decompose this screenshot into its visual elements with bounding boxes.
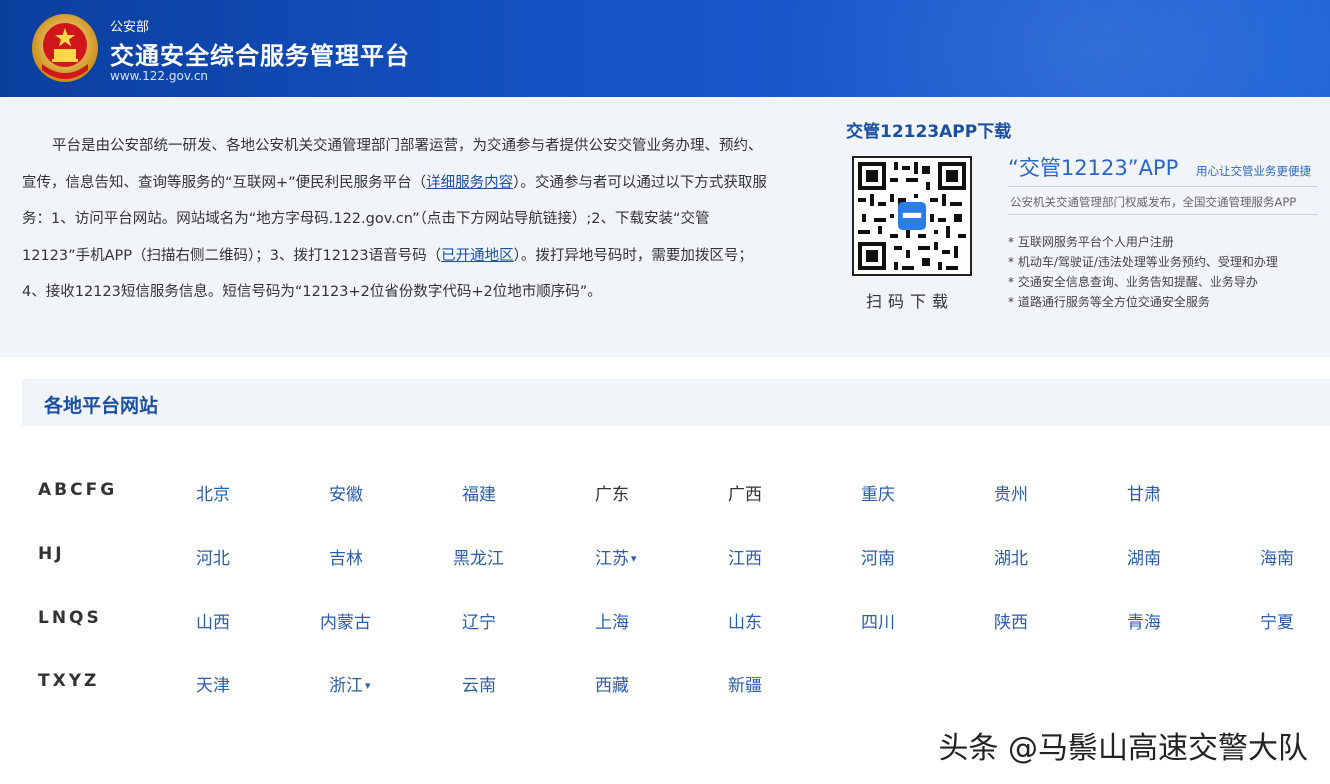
province-link-liaoning[interactable]: 辽宁	[462, 608, 496, 633]
national-emblem-logo	[32, 14, 98, 82]
divider	[1008, 214, 1318, 215]
detailed-services-link[interactable]: 详细服务内容	[426, 175, 513, 191]
province-link-jiangsu[interactable]: 江苏 ▾	[595, 544, 637, 569]
province-link-fujian[interactable]: 福建	[462, 480, 496, 505]
qr-caption: 扫码下载	[866, 292, 955, 311]
province-link-shaanxi[interactable]: 陕西	[994, 608, 1028, 633]
province-link-chongqing[interactable]: 重庆	[861, 480, 895, 505]
site-title: 交通安全综合服务管理平台	[110, 42, 410, 70]
province-link-hunan[interactable]: 湖南	[1127, 544, 1161, 569]
app-slogan: 用心让交管业务更便捷	[1196, 164, 1311, 178]
province-link-sichuan[interactable]: 四川	[861, 608, 895, 633]
province-link-jilin[interactable]: 吉林	[329, 544, 363, 569]
intro-paragraph: 平台是由公安部统一研发、各地公安机关交通管理部门部署运营，为交通参与者提供公安交…	[22, 128, 772, 311]
app-feature: * 道路通行服务等全方位交通安全服务	[1008, 295, 1210, 309]
app-publisher: 公安机关交通管理部门权威发布，全国交通管理服务APP	[1010, 195, 1297, 209]
region-letters: HJ	[38, 544, 65, 564]
province-link-guangxi[interactable]: 广西	[728, 480, 762, 505]
app-name: “交管12123”APP	[1008, 156, 1179, 180]
province-link-hubei[interactable]: 湖北	[994, 544, 1028, 569]
province-link-beijing[interactable]: 北京	[196, 480, 230, 505]
province-link-ningxia[interactable]: 宁夏	[1260, 608, 1294, 633]
province-link-xinjiang[interactable]: 新疆	[728, 671, 762, 696]
chevron-down-icon: ▾	[631, 552, 637, 565]
province-link-guangdong[interactable]: 广东	[595, 480, 629, 505]
section-title: 各地平台网站	[44, 395, 159, 417]
province-link-neimenggu[interactable]: 内蒙古	[320, 608, 371, 633]
province-link-tianjin[interactable]: 天津	[196, 671, 230, 696]
section-header-bar	[22, 379, 1330, 426]
region-letters: LNQS	[38, 608, 102, 628]
province-label: 浙江	[329, 676, 363, 696]
province-link-shanghai[interactable]: 上海	[595, 608, 629, 633]
app-feature: * 机动车/驾驶证/违法处理等业务预约、受理和办理	[1008, 255, 1278, 269]
province-link-hebei[interactable]: 河北	[196, 544, 230, 569]
province-link-gansu[interactable]: 甘肃	[1127, 480, 1161, 505]
province-link-anhui[interactable]: 安徽	[329, 480, 363, 505]
province-link-qinghai[interactable]: 青海	[1127, 608, 1161, 633]
province-link-guizhou[interactable]: 贵州	[994, 480, 1028, 505]
site-url: www.122.gov.cn	[110, 69, 209, 83]
open-regions-link[interactable]: 已开通地区	[441, 248, 514, 264]
ministry-label: 公安部	[110, 20, 150, 35]
province-link-shandong[interactable]: 山东	[728, 608, 762, 633]
province-link-hainan[interactable]: 海南	[1260, 544, 1294, 569]
app-feature: * 互联网服务平台个人用户注册	[1008, 235, 1174, 249]
province-link-heilongjiang[interactable]: 黑龙江	[453, 544, 504, 569]
province-link-henan[interactable]: 河南	[861, 544, 895, 569]
province-link-jiangxi[interactable]: 江西	[728, 544, 762, 569]
chevron-down-icon: ▾	[365, 679, 371, 692]
province-link-yunnan[interactable]: 云南	[462, 671, 496, 696]
qr-code	[852, 156, 972, 276]
region-letters: ABCFG	[38, 480, 118, 500]
province-link-xizang[interactable]: 西藏	[595, 671, 629, 696]
site-header: 公安部 交通安全综合服务管理平台 www.122.gov.cn	[0, 0, 1330, 97]
divider	[1008, 186, 1318, 187]
app-feature: * 交通安全信息查询、业务告知提醒、业务导办	[1008, 275, 1258, 289]
app-download-title: 交管12123APP下载	[846, 122, 1012, 142]
region-letters: TXYZ	[38, 671, 100, 691]
province-link-zhejiang[interactable]: 浙江 ▾	[329, 671, 371, 696]
province-link-shanxi[interactable]: 山西	[196, 608, 230, 633]
qr-code-image	[854, 158, 970, 274]
watermark-text: 头条 @马鬃山高速交警大队	[938, 731, 1308, 766]
province-label: 江苏	[595, 549, 629, 569]
